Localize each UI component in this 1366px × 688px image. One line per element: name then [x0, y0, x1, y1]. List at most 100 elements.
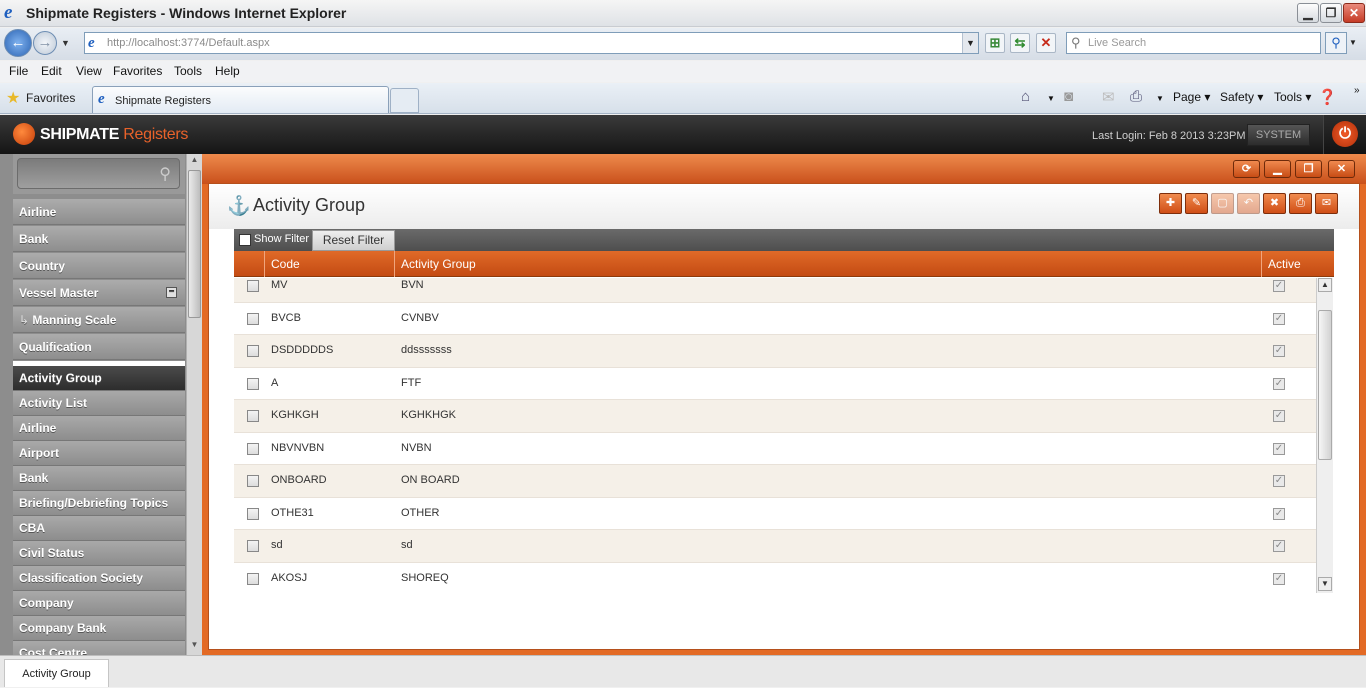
- page-menu[interactable]: Page ▾: [1173, 90, 1210, 104]
- stop-icon[interactable]: ✕: [1036, 33, 1056, 53]
- row-checkbox[interactable]: [247, 442, 259, 455]
- undo-icon[interactable]: ↶: [1237, 193, 1260, 214]
- sidebar-search-input[interactable]: ⚲: [17, 158, 180, 189]
- sidebar-item-airport[interactable]: Airport: [13, 441, 185, 466]
- row-checkbox[interactable]: [247, 345, 259, 357]
- maximize-window-button[interactable]: ❐: [1295, 160, 1322, 178]
- sidebar-item-airline[interactable]: Airline: [13, 199, 185, 225]
- table-row[interactable]: AKOSJ SHOREQ ✓: [234, 562, 1316, 593]
- chevron-more-icon[interactable]: »: [1354, 85, 1360, 96]
- address-dropdown-icon[interactable]: ▼: [962, 33, 978, 53]
- sidebar-item-qualification[interactable]: Qualification: [13, 334, 185, 360]
- table-row[interactable]: KGHKGH KGHKHGK ✓: [234, 400, 1316, 433]
- grid-scroll-thumb[interactable]: [1318, 310, 1332, 460]
- history-dropdown-icon[interactable]: ▼: [61, 38, 70, 48]
- new-record-icon[interactable]: ✚: [1159, 193, 1182, 214]
- address-bar[interactable]: e http://localhost:3774/Default.aspx ▼: [84, 32, 979, 54]
- column-header-code[interactable]: Code: [271, 257, 300, 271]
- sidebar-item-company-bank[interactable]: Company Bank: [13, 616, 185, 641]
- sidebar-item-country[interactable]: Country: [13, 253, 185, 279]
- refresh-window-button[interactable]: ⟳: [1233, 160, 1260, 178]
- row-checkbox[interactable]: [247, 540, 259, 552]
- sidebar-scrollbar[interactable]: ▲ ▼: [186, 154, 202, 655]
- feeds-icon[interactable]: ◙: [1064, 88, 1073, 105]
- sidebar-item-airline[interactable]: Airline: [13, 416, 185, 441]
- sidebar-item-activity-list[interactable]: Activity List: [13, 391, 185, 416]
- sidebar-item-bank[interactable]: Bank: [13, 466, 185, 491]
- tools-menu[interactable]: Tools ▾: [1274, 90, 1311, 104]
- user-button[interactable]: SYSTEM: [1247, 124, 1310, 146]
- column-header-activity-group[interactable]: Activity Group: [401, 257, 476, 271]
- favorites-button[interactable]: Favorites: [26, 91, 75, 105]
- delete-icon[interactable]: ✖: [1263, 193, 1286, 214]
- menu-help[interactable]: Help: [215, 64, 240, 78]
- sidebar-item-company[interactable]: Company: [13, 591, 185, 616]
- collapse-icon[interactable]: −: [166, 287, 177, 298]
- sidebar-scroll-thumb[interactable]: [188, 170, 201, 318]
- table-row[interactable]: A FTF ✓: [234, 367, 1316, 400]
- row-checkbox[interactable]: [247, 377, 259, 390]
- table-row[interactable]: MV BVN ✓: [234, 278, 1316, 303]
- search-button[interactable]: ⚲: [1325, 32, 1347, 54]
- sidebar-item-cost-centre[interactable]: Cost Centre: [13, 641, 185, 655]
- menu-file[interactable]: File: [9, 64, 28, 78]
- open-window-tab[interactable]: Activity Group: [4, 659, 109, 687]
- sidebar-item-activity-group[interactable]: Activity Group: [13, 366, 185, 391]
- table-row[interactable]: OTHE31 OTHER ✓: [234, 497, 1316, 530]
- edit-icon[interactable]: ✎: [1185, 193, 1208, 214]
- table-row[interactable]: ONBOARD ON BOARD ✓: [234, 465, 1316, 498]
- grid-scrollbar[interactable]: ▲ ▼: [1316, 278, 1333, 593]
- show-filter-checkbox[interactable]: [239, 234, 251, 246]
- help-icon[interactable]: ❓: [1318, 88, 1337, 106]
- menu-favorites[interactable]: Favorites: [113, 64, 162, 78]
- mail-icon[interactable]: ✉: [1102, 88, 1115, 106]
- table-row[interactable]: BVCB CVNBV ✓: [234, 302, 1316, 335]
- table-row[interactable]: NBVNVBN NVBN ✓: [234, 432, 1316, 465]
- menu-edit[interactable]: Edit: [41, 64, 62, 78]
- browser-tab-active[interactable]: e Shipmate Registers: [92, 86, 389, 113]
- sidebar-item-bank[interactable]: Bank: [13, 226, 185, 252]
- sidebar-item-civil-status[interactable]: Civil Status: [13, 541, 185, 566]
- row-checkbox[interactable]: [247, 475, 259, 487]
- close-window-button[interactable]: ✕: [1328, 160, 1355, 178]
- table-row[interactable]: DSDDDDDS ddsssssss ✓: [234, 335, 1316, 368]
- row-checkbox[interactable]: [247, 280, 259, 292]
- row-checkbox[interactable]: [247, 312, 259, 325]
- home-icon[interactable]: ⌂: [1021, 88, 1030, 105]
- sidebar-item-cba[interactable]: CBA: [13, 516, 185, 541]
- forward-button[interactable]: →: [33, 31, 57, 55]
- column-header-active[interactable]: Active: [1268, 257, 1301, 271]
- search-options-icon[interactable]: ▼: [1349, 38, 1357, 47]
- reset-filter-button[interactable]: Reset Filter: [312, 230, 395, 251]
- save-icon[interactable]: ▢: [1211, 193, 1234, 214]
- scroll-up-icon[interactable]: ▲: [1318, 278, 1332, 292]
- scroll-down-icon[interactable]: ▼: [188, 640, 201, 654]
- favorites-star-icon[interactable]: ★: [6, 88, 20, 108]
- row-checkbox[interactable]: [247, 410, 259, 422]
- new-tab-button[interactable]: [390, 88, 419, 113]
- sidebar-item-briefing-topics[interactable]: Briefing/Debriefing Topics: [13, 491, 185, 516]
- back-button[interactable]: ←: [4, 29, 32, 57]
- home-dropdown-icon[interactable]: ▼: [1047, 94, 1055, 103]
- compatibility-icon[interactable]: ⊞: [985, 33, 1005, 53]
- safety-menu[interactable]: Safety ▾: [1220, 90, 1263, 104]
- menu-view[interactable]: View: [76, 64, 102, 78]
- print-dropdown-icon[interactable]: ▼: [1156, 94, 1164, 103]
- power-icon[interactable]: ⏻: [1332, 121, 1358, 147]
- row-checkbox[interactable]: [247, 507, 259, 520]
- print-icon[interactable]: ⎙: [1289, 193, 1312, 214]
- email-icon[interactable]: ✉: [1315, 193, 1338, 214]
- refresh-icon[interactable]: ⇆: [1010, 33, 1030, 53]
- restore-button[interactable]: ❐: [1320, 3, 1342, 23]
- print-icon[interactable]: ⎙: [1130, 88, 1142, 105]
- minimize-button[interactable]: ▁: [1297, 3, 1319, 23]
- row-checkbox[interactable]: [247, 572, 259, 585]
- scroll-up-icon[interactable]: ▲: [188, 155, 201, 169]
- scroll-down-icon[interactable]: ▼: [1318, 577, 1332, 591]
- close-button[interactable]: ✕: [1343, 3, 1365, 23]
- menu-tools[interactable]: Tools: [174, 64, 202, 78]
- sidebar-item-classification-society[interactable]: Classification Society: [13, 566, 185, 591]
- sidebar-item-vessel-master[interactable]: Vessel Master −: [13, 280, 185, 306]
- table-row[interactable]: sd sd ✓: [234, 530, 1316, 563]
- search-input[interactable]: ⚲ Live Search: [1066, 32, 1321, 54]
